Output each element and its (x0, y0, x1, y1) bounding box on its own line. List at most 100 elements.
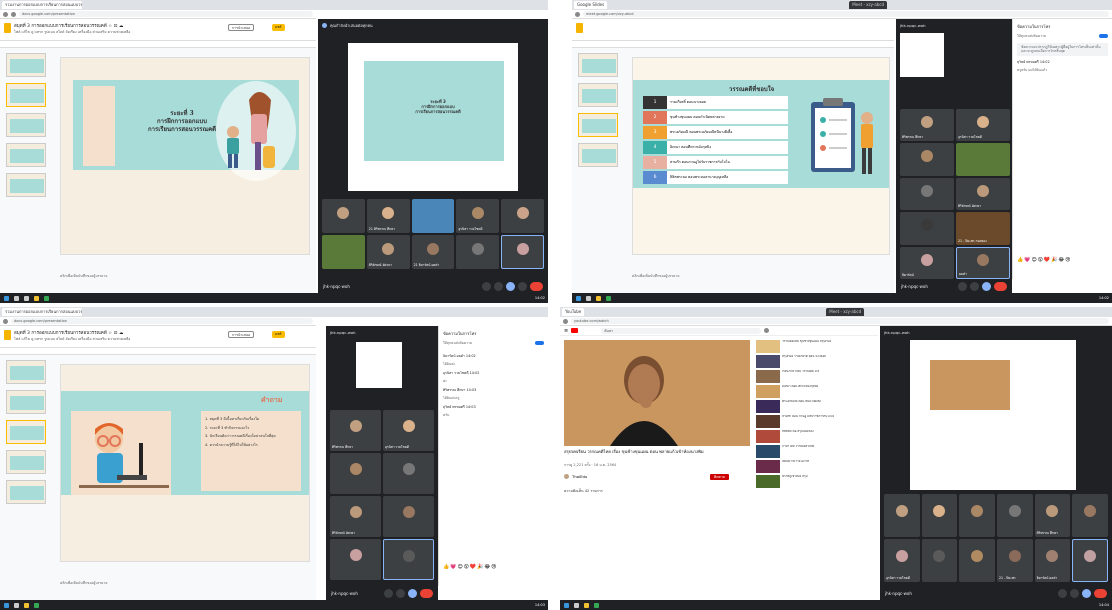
subscribe-button[interactable]: ติดตาม (710, 474, 730, 480)
doc-title[interactable]: สมุดที่ 3 การออกแบบการเรียนการสอนวรรณคดี… (14, 329, 123, 336)
address-bar[interactable]: meet.google.com/xzy-abcd (583, 11, 1109, 17)
slide-thumb[interactable] (578, 143, 618, 167)
participant-tile[interactable] (383, 496, 434, 537)
slide-thumb[interactable] (6, 113, 46, 137)
participant-tile[interactable]: 21 ธิดารัตน์ ผลคำ (411, 235, 455, 269)
participant-tile[interactable]: ศิริลักษณ์ อัศวยา (366, 235, 410, 269)
search-icon[interactable] (586, 295, 591, 301)
mic-button[interactable] (1058, 588, 1067, 598)
participant-tile[interactable] (383, 453, 434, 494)
end-call-button[interactable] (530, 281, 543, 291)
participant-tile[interactable]: อุรนิสา รวยโชคดี (884, 539, 920, 582)
address-bar[interactable]: docs.google.com/presentation (11, 318, 313, 324)
participant-tile[interactable] (383, 539, 434, 580)
end-call-button[interactable] (1094, 588, 1107, 598)
chat-toggle-switch[interactable] (1099, 34, 1108, 38)
menu-bar[interactable]: ไฟล์ แก้ไข ดู แทรก รูปแบบ สไลด์ จัดเรียง… (14, 336, 130, 342)
tab-slides[interactable]: Google Slides (574, 1, 608, 9)
participant-tile[interactable]: อุรนิสา รวยโชคดี (956, 109, 1010, 142)
participant-tile[interactable]: ศิริพรรณ ศึกษา (900, 109, 954, 142)
back-icon[interactable] (575, 11, 580, 17)
slide-thumb[interactable] (6, 53, 46, 77)
slides-logo-icon[interactable] (4, 330, 11, 340)
participant-tile[interactable] (501, 235, 544, 269)
slide-thumb[interactable] (6, 360, 46, 384)
back-icon[interactable] (3, 11, 8, 17)
speaker-notes[interactable]: คลิกเพื่อเพิ่มบันทึกของผู้บรรยาย (60, 580, 107, 586)
menu-icon[interactable]: ≡ (564, 328, 568, 334)
start-icon[interactable] (564, 602, 569, 608)
present-button[interactable] (982, 281, 991, 291)
slide-canvas[interactable]: คำถาม 1. สมุดที่ 3 มีเนื้อหาเกี่ยวกับเรื… (60, 364, 310, 562)
participant-tile[interactable]: ธิดารัตน์ ผลคำ (1034, 539, 1071, 582)
clock[interactable]: 14:02 (535, 296, 548, 300)
end-call-button[interactable] (994, 281, 1007, 291)
clock[interactable]: 14:04 (1099, 603, 1112, 607)
more-options-button[interactable] (518, 281, 527, 291)
participant-tile[interactable]: ธิดารัตน์ (900, 246, 954, 279)
youtube-logo-icon[interactable] (571, 328, 579, 333)
channel-name[interactable]: ThaiEdu (572, 474, 587, 479)
search-icon[interactable] (14, 602, 19, 608)
explorer-icon[interactable] (596, 295, 601, 301)
participant-tile[interactable] (959, 494, 995, 537)
present-button[interactable] (408, 588, 417, 598)
start-icon[interactable] (576, 295, 581, 301)
recommended-item[interactable]: พระอภัยมณี ตอน หนีนางผีเสื้อ (756, 400, 876, 413)
camera-button[interactable] (1070, 588, 1079, 598)
search-input[interactable]: ค้นหา (601, 327, 762, 334)
participant-tile[interactable] (322, 199, 365, 233)
slideshow-button[interactable]: การนำเสนอ (228, 331, 255, 338)
end-call-button[interactable] (420, 588, 433, 598)
recommended-item[interactable]: สามก๊ก ตอน กวนอูไปรับราชการกับโจโฉ (756, 415, 876, 428)
slide-canvas[interactable]: ระยะที่ 3 การฝึกการออกแบบ การเรียนการสอน… (60, 57, 310, 255)
reaction-bar[interactable]: 👍💗😊😮❤️🎉😂😢 (1013, 255, 1075, 265)
camera-button[interactable] (396, 588, 405, 598)
participant-tile[interactable] (322, 235, 365, 269)
participant-tile[interactable] (997, 494, 1033, 537)
participant-tile[interactable] (900, 177, 954, 211)
mic-button[interactable] (384, 588, 393, 598)
camera-button[interactable] (494, 281, 503, 291)
participant-tile[interactable]: ศิริลักษณ์ อัศวยา (956, 177, 1010, 211)
chrome-icon[interactable] (34, 602, 39, 608)
slide-thumb[interactable] (578, 53, 618, 77)
mic-button[interactable] (958, 281, 967, 291)
participant-tile[interactable] (411, 199, 455, 233)
participant-tile[interactable]: อุรนิสา รวยโชคดี (383, 410, 434, 451)
slide-thumb[interactable] (6, 420, 46, 444)
address-bar[interactable]: docs.google.com/presentation (19, 11, 313, 17)
participant-tile[interactable] (330, 539, 381, 580)
mic-button[interactable] (482, 281, 491, 291)
slides-logo-icon[interactable] (4, 23, 11, 33)
recommended-item[interactable]: เรียนภาษาไทย วรรณคดี ม.6 (756, 370, 876, 383)
present-button[interactable] (1082, 588, 1091, 598)
chrome-icon[interactable] (606, 295, 611, 301)
slide-thumb[interactable] (578, 113, 618, 137)
reaction-bar[interactable]: 👍💗😊😮❤️🎉😂😢 (439, 562, 501, 572)
participant-tile[interactable] (1072, 494, 1108, 537)
recommended-item[interactable]: สรุปเรื่อง รามเกียรติ์ ตอน นางลอย (756, 355, 876, 368)
reload-icon[interactable] (11, 11, 16, 17)
explorer-icon[interactable] (584, 602, 589, 608)
share-button[interactable]: แชร์ (272, 331, 285, 338)
participant-tile[interactable]: 21 ศิริพรรณ ศึกษา (366, 199, 410, 233)
slideshow-button[interactable]: การนำเสนอ (228, 24, 255, 31)
participant-tile[interactable]: 21 - ปิยะพร (997, 539, 1033, 582)
speaker-notes[interactable]: คลิกเพื่อเพิ่มบันทึกของผู้บรรยาย (60, 273, 107, 279)
participant-tile[interactable]: ศิริพรรณ ศึกษา (330, 410, 381, 451)
clock[interactable]: 14:03 (535, 603, 548, 607)
participant-tile[interactable] (900, 143, 954, 176)
address-bar[interactable]: youtube.com/watch (571, 318, 1109, 324)
doc-title[interactable]: สมุดที่ 3 การออกแบบการเรียนการสอนวรรณคดี… (14, 22, 123, 29)
slide-thumb[interactable] (6, 480, 46, 504)
participant-tile[interactable] (456, 235, 500, 269)
start-icon[interactable] (4, 295, 9, 301)
recommended-item[interactable]: นิราศภูเขาทอง สรุป (756, 475, 876, 488)
chrome-icon[interactable] (594, 602, 599, 608)
participant-tile[interactable] (900, 212, 954, 245)
tab-slides[interactable]: รวมงานการออกแบบการเรียนการสอนแบบวรรณคดี (2, 1, 82, 9)
recommended-item[interactable]: ลิลิตพระลอ สรุปเนื้อเรื่อง (756, 430, 876, 443)
back-icon[interactable] (563, 318, 568, 324)
participant-tile[interactable] (921, 539, 958, 582)
